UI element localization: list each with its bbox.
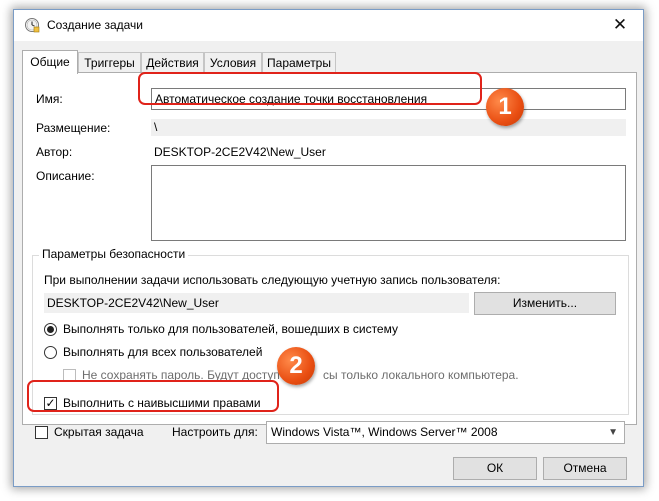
cancel-button[interactable]: Отмена <box>543 457 627 480</box>
general-tab-panel: Имя: Автоматическое создание точки восст… <box>22 72 637 425</box>
author-value: DESKTOP-2CE2V42\New_User <box>154 145 326 159</box>
security-group-title: Параметры безопасности <box>39 247 189 261</box>
no-save-password-label-tail: сы только локального компьютера. <box>323 368 519 382</box>
ok-button[interactable]: ОК <box>453 457 537 480</box>
highest-privileges-label: Выполнить с наивысшими правами <box>63 396 261 410</box>
window-title: Создание задачи <box>47 18 143 32</box>
tab-settings[interactable]: Параметры <box>262 52 336 72</box>
annotation-marker-1: 1 <box>486 88 524 126</box>
change-account-button[interactable]: Изменить... <box>474 292 616 315</box>
radio-logged-on-only[interactable] <box>44 323 57 336</box>
configure-for-select[interactable]: Windows Vista™, Windows Server™ 2008 ▼ <box>266 421 625 444</box>
description-label: Описание: <box>36 169 95 183</box>
location-value: \ <box>154 120 158 134</box>
name-label: Имя: <box>36 92 63 106</box>
title-bar: Создание задачи ✕ <box>14 10 643 41</box>
hidden-task-checkbox[interactable] <box>35 426 48 439</box>
create-task-dialog: Создание задачи ✕ Общие Триггеры Действи… <box>13 9 644 487</box>
description-textarea[interactable] <box>151 165 626 241</box>
radio-logged-on-label: Выполнять только для пользователей, воше… <box>63 322 398 336</box>
author-label: Автор: <box>36 145 73 159</box>
annotation-marker-2: 2 <box>277 347 315 385</box>
account-prompt: При выполнении задачи использовать следу… <box>44 273 501 287</box>
tab-conditions[interactable]: Условия <box>204 52 262 72</box>
radio-all-users-label: Выполнять для всех пользователей <box>63 345 263 359</box>
chevron-down-icon: ▼ <box>608 427 618 438</box>
name-input[interactable]: Автоматическое создание точки восстановл… <box>151 88 626 110</box>
location-label: Размещение: <box>36 121 111 135</box>
task-scheduler-icon <box>25 18 40 33</box>
account-value: DESKTOP-2CE2V42\New_User <box>47 296 219 310</box>
tab-general[interactable]: Общие <box>22 50 78 74</box>
highest-privileges-checkbox[interactable]: ✓ <box>44 397 57 410</box>
hidden-task-label: Скрытая задача <box>54 425 144 439</box>
tab-actions[interactable]: Действия <box>141 52 204 72</box>
close-icon: ✕ <box>612 15 628 34</box>
configure-for-value: Windows Vista™, Windows Server™ 2008 <box>271 425 498 439</box>
radio-all-users[interactable] <box>44 346 57 359</box>
location-field <box>151 119 626 136</box>
tab-triggers[interactable]: Триггеры <box>78 52 141 72</box>
configure-for-label: Настроить для: <box>172 425 258 439</box>
no-save-password-label: Не сохранять пароль. Будут доступ <box>82 368 280 382</box>
close-button[interactable]: ✕ <box>597 10 643 41</box>
no-save-password-checkbox[interactable] <box>63 369 76 382</box>
